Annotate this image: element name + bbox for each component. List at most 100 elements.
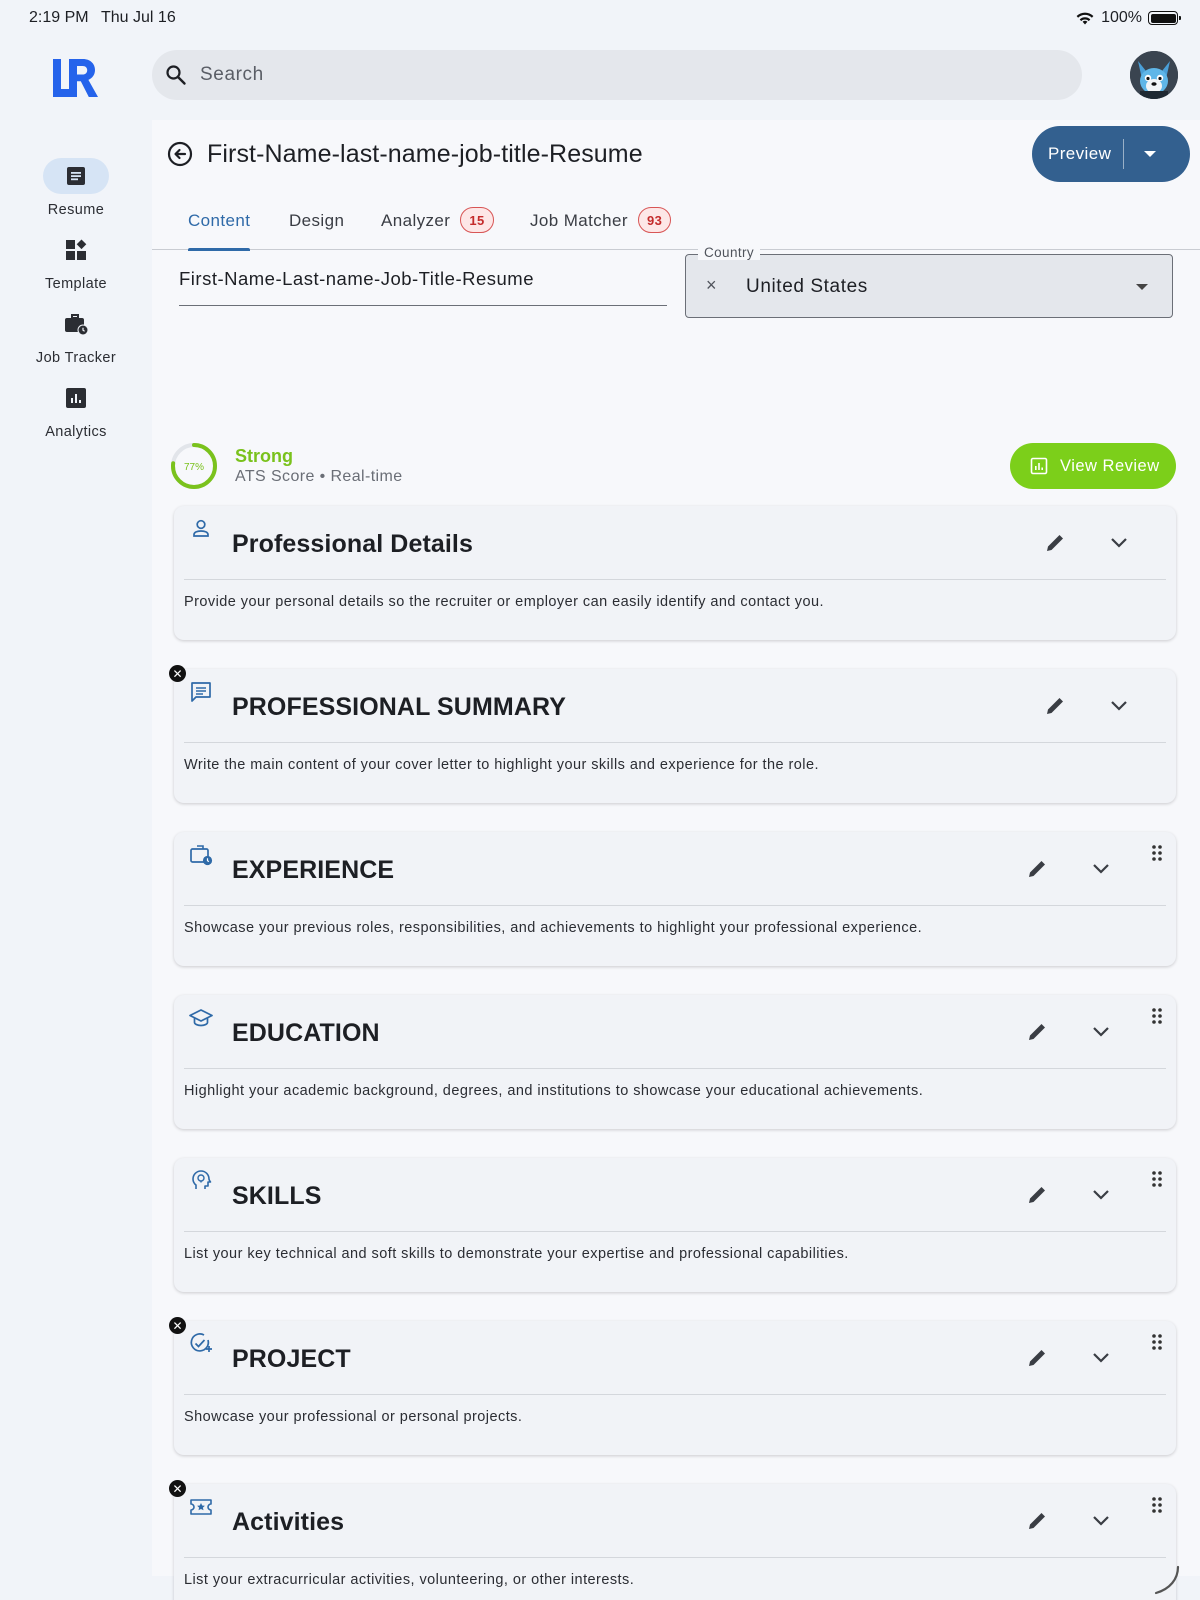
preview-dropdown-icon[interactable]	[1144, 151, 1157, 157]
preview-button[interactable]: Preview	[1032, 126, 1190, 182]
tab-design[interactable]: Design	[289, 202, 344, 250]
sidebar-item-label: Analytics	[45, 424, 107, 440]
sidebar-item-template[interactable]: Template	[0, 232, 152, 292]
sidebar-item-label: Resume	[47, 202, 105, 218]
country-label: Country	[698, 245, 761, 260]
section-title: PROFESSIONAL SUMMARY	[232, 693, 566, 721]
ticket-star-icon	[190, 1499, 212, 1515]
sidebar: Resume Template Job Tracker Analytics	[0, 36, 152, 1576]
ats-status: Strong	[235, 446, 293, 466]
tab-label: Content	[188, 211, 251, 230]
section-title: EDUCATION	[232, 1019, 380, 1047]
page-title: First-Name-last-name-job-title-Resume	[207, 140, 643, 168]
drag-handle-icon[interactable]	[1150, 1496, 1164, 1514]
analytics-icon	[66, 388, 86, 408]
ats-percent-label: 77%	[184, 462, 204, 473]
clear-icon[interactable]: ×	[706, 275, 717, 296]
section-card-skills[interactable]: SKILLS List your key technical and soft …	[174, 1158, 1176, 1292]
head-lightbulb-icon	[192, 1170, 212, 1189]
section-card-professional-summary[interactable]: ✕ PROFESSIONAL SUMMARY Write the main co…	[169, 665, 1176, 803]
tab-label: Analyzer	[381, 211, 451, 230]
remove-section-icon[interactable]: ✕	[169, 1480, 186, 1497]
section-card-professional-details[interactable]: Professional Details Provide your person…	[174, 506, 1176, 640]
chevron-down-icon[interactable]	[1090, 1023, 1112, 1041]
resume-icon	[67, 167, 85, 185]
tab-analyzer[interactable]: Analyzer 15	[381, 202, 494, 250]
drag-handle-icon[interactable]	[1150, 1007, 1164, 1025]
check-add-icon	[190, 1333, 212, 1352]
tab-content[interactable]: Content	[188, 202, 251, 251]
section-description: List your extracurricular activities, vo…	[184, 1572, 635, 1588]
resume-filename-field[interactable]: First-Name-Last-name-Job-Title-Resume	[179, 266, 667, 306]
status-right: 100%	[1075, 9, 1181, 27]
pencil-icon[interactable]	[1026, 1347, 1048, 1369]
search-input[interactable]	[200, 64, 1000, 86]
pencil-icon[interactable]	[1026, 1184, 1048, 1206]
sidebar-item-label: Template	[44, 276, 108, 292]
view-review-label: View Review	[1060, 456, 1160, 475]
section-card-activities[interactable]: ✕ Activities List your extracurricular a…	[169, 1480, 1176, 1600]
sidebar-item-job-tracker[interactable]: Job Tracker	[0, 306, 152, 366]
section-title: Activities	[232, 1508, 345, 1536]
section-description: Showcase your previous roles, responsibi…	[184, 920, 923, 936]
template-icon	[66, 239, 87, 260]
dropdown-arrow-icon[interactable]	[1136, 284, 1148, 290]
job-tracker-icon	[65, 314, 89, 336]
remove-section-icon[interactable]: ✕	[169, 665, 186, 682]
search-bar[interactable]	[152, 50, 1082, 100]
app-logo[interactable]	[50, 56, 102, 105]
pencil-icon[interactable]	[1044, 532, 1066, 554]
analyzer-count-badge: 15	[460, 207, 494, 233]
person-icon	[193, 519, 209, 537]
pencil-icon[interactable]	[1026, 858, 1048, 880]
country-value: United States	[746, 276, 868, 297]
chevron-down-icon[interactable]	[1108, 697, 1130, 715]
remove-section-icon[interactable]: ✕	[169, 1317, 186, 1334]
section-description: Provide your personal details so the rec…	[184, 594, 824, 610]
chevron-down-icon[interactable]	[1090, 1349, 1112, 1367]
section-description: Showcase your professional or personal p…	[184, 1409, 523, 1425]
chevron-down-icon[interactable]	[1090, 860, 1112, 878]
drag-handle-icon[interactable]	[1150, 844, 1164, 862]
drag-handle-icon[interactable]	[1150, 1333, 1164, 1351]
tab-label: Job Matcher	[530, 211, 628, 230]
tab-label: Design	[289, 211, 345, 230]
avatar[interactable]	[1130, 51, 1178, 99]
job-matcher-score-badge: 93	[637, 207, 672, 233]
chevron-down-icon[interactable]	[1090, 1186, 1112, 1204]
tab-job-matcher[interactable]: Job Matcher 93	[530, 202, 672, 250]
main-panel: First-Name-last-name-job-title-Resume Pr…	[152, 120, 1200, 1600]
back-arrow-icon[interactable]	[166, 140, 194, 168]
drag-handle-icon[interactable]	[1150, 1170, 1164, 1188]
pencil-icon[interactable]	[1026, 1021, 1048, 1043]
status-bar: 2:19 PM Thu Jul 16 100%	[0, 0, 1200, 36]
search-icon	[166, 65, 186, 85]
section-description: List your key technical and soft skills …	[184, 1246, 849, 1262]
chevron-down-icon[interactable]	[1108, 534, 1130, 552]
sidebar-item-resume[interactable]: Resume	[0, 158, 152, 218]
tab-bar: Content Design Analyzer 15 Job Matcher 9…	[152, 202, 1200, 251]
section-title: PROJECT	[232, 1345, 351, 1373]
country-select[interactable]: Country × United States	[685, 245, 1173, 318]
battery-icon	[1148, 11, 1181, 25]
status-date: Thu Jul 16	[101, 9, 176, 26]
report-icon	[1030, 457, 1048, 475]
chevron-down-icon[interactable]	[1090, 1512, 1112, 1530]
section-card-education[interactable]: EDUCATION Highlight your academic backgr…	[174, 995, 1176, 1129]
section-description: Write the main content of your cover let…	[184, 757, 819, 773]
graduation-cap-icon	[189, 1009, 213, 1027]
pencil-icon[interactable]	[1026, 1510, 1048, 1532]
section-title: EXPERIENCE	[232, 856, 395, 884]
resize-handle-icon	[1154, 1565, 1180, 1595]
wifi-icon	[1076, 12, 1094, 25]
sidebar-item-analytics[interactable]: Analytics	[0, 380, 152, 440]
sidebar-item-label: Job Tracker	[35, 350, 117, 366]
view-review-button[interactable]: View Review	[1010, 443, 1176, 489]
section-title: SKILLS	[232, 1182, 322, 1210]
section-card-experience[interactable]: EXPERIENCE Showcase your previous roles,…	[174, 832, 1176, 966]
section-card-project[interactable]: ✕ PROJECT Showcase your professional or …	[169, 1317, 1176, 1455]
pencil-icon[interactable]	[1044, 695, 1066, 717]
ats-subtitle: ATS Score • Real-time	[235, 468, 403, 485]
ats-score-ring: 77%	[171, 443, 217, 489]
preview-label: Preview	[1048, 144, 1112, 163]
